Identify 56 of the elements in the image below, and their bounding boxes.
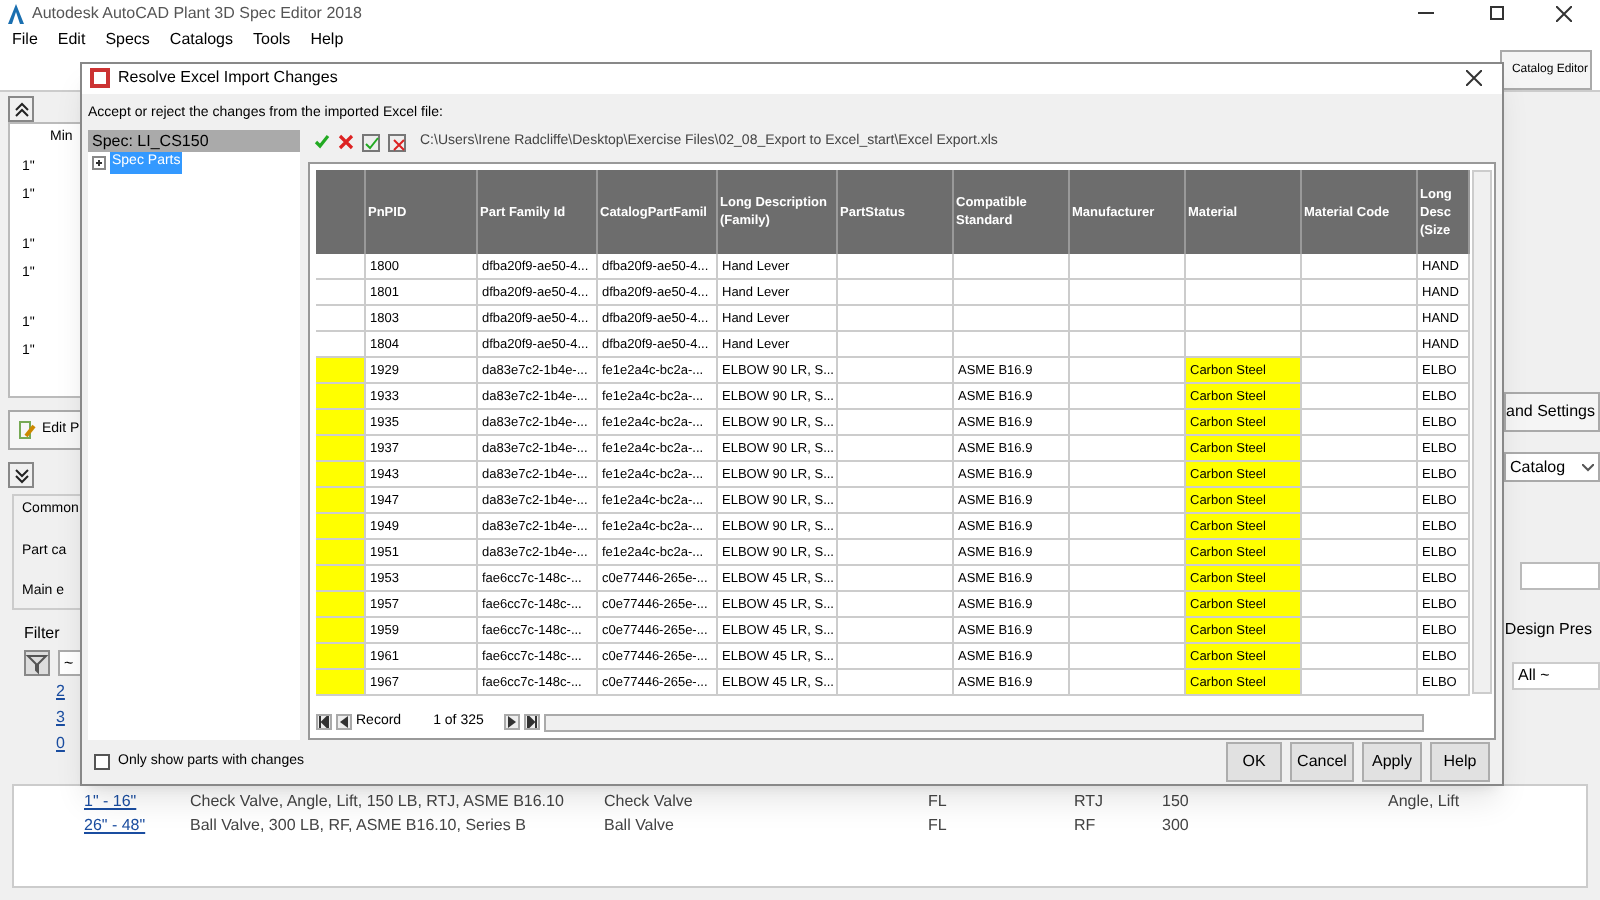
chevron-down-icon xyxy=(1582,463,1594,471)
size-link[interactable]: 0 xyxy=(56,732,65,756)
filter-icon[interactable] xyxy=(24,650,50,676)
settings-button[interactable]: and Settings xyxy=(1504,392,1600,432)
description-cell-text: Check Valve, Angle, Lift, 150 LB, RTJ, ASME B16.10 xyxy=(190,790,566,814)
table-cell: Angle, Lift xyxy=(1388,790,1460,814)
last-record-icon[interactable] xyxy=(523,714,540,731)
reject-all-icon[interactable] xyxy=(388,133,406,152)
filter-label: Filter xyxy=(24,622,62,646)
expand-icon[interactable] xyxy=(8,462,34,488)
previous-record-icon[interactable] xyxy=(336,714,352,731)
size-link[interactable]: 2 xyxy=(56,680,65,704)
table-cell-text: 300 xyxy=(1162,814,1191,838)
window-title: Autodesk AutoCAD Plant 3D Spec Editor 2018 xyxy=(32,1,362,25)
reject-icon[interactable] xyxy=(338,134,354,151)
menu-item[interactable]: Help xyxy=(310,27,344,51)
menu-item[interactable]: Catalogs xyxy=(169,27,233,51)
collapse-icon[interactable] xyxy=(8,96,34,122)
table-cell-text: RTJ xyxy=(1074,790,1106,814)
menu-item[interactable]: Tools xyxy=(253,27,291,51)
column-header: Design Pres xyxy=(1504,618,1594,642)
dialog-button[interactable]: Apply xyxy=(1362,742,1422,783)
edit-icon xyxy=(18,420,36,440)
size-link[interactable]: 26" - 48" xyxy=(84,814,190,838)
dialog-button[interactable]: Cancel xyxy=(1290,742,1354,783)
menu-item[interactable]: Specs xyxy=(105,27,150,51)
next-record-icon[interactable] xyxy=(503,714,520,731)
table-cell-text: FL xyxy=(928,814,949,838)
dialog-title: Resolve Excel Import Changes xyxy=(118,66,338,91)
catalog-dropdown[interactable]: Catalog xyxy=(1504,452,1600,482)
family-cell-text: Ball Valve xyxy=(604,814,676,838)
menu-item[interactable]: File xyxy=(12,27,38,51)
table-cell-text: 150 xyxy=(1162,790,1191,814)
description-cell-text: Ball Valve, 300 LB, RF, ASME B16.10, Series B xyxy=(190,814,528,838)
app-logo-icon xyxy=(8,3,24,23)
dialog-button[interactable]: OK xyxy=(1226,742,1282,783)
first-record-icon[interactable] xyxy=(316,714,332,731)
table-cell-text: FL xyxy=(928,790,949,814)
menu-item[interactable]: Edit xyxy=(57,27,86,51)
close-icon[interactable] xyxy=(1466,70,1482,87)
expand-icon[interactable] xyxy=(92,156,106,171)
tree-header: Spec: LI_CS150 xyxy=(88,130,300,153)
restore-icon[interactable] xyxy=(1490,6,1504,20)
size-link[interactable]: 3 xyxy=(56,706,65,730)
table-cell-text: RF xyxy=(1074,814,1098,838)
filter-field[interactable]: All ~ xyxy=(1512,662,1600,690)
empty-field[interactable] xyxy=(1520,562,1600,590)
close-icon[interactable] xyxy=(1556,5,1572,21)
accept-icon[interactable] xyxy=(314,134,330,151)
horizontal-scrollbar[interactable] xyxy=(543,713,1424,732)
family-cell-text: Check Valve xyxy=(604,790,695,814)
checkbox[interactable] xyxy=(94,754,110,771)
dialog-button[interactable]: Help xyxy=(1430,742,1490,783)
vertical-scrollbar[interactable] xyxy=(1472,170,1492,695)
accept-all-icon[interactable] xyxy=(362,133,380,152)
size-link[interactable]: 1" - 16" xyxy=(84,790,190,814)
